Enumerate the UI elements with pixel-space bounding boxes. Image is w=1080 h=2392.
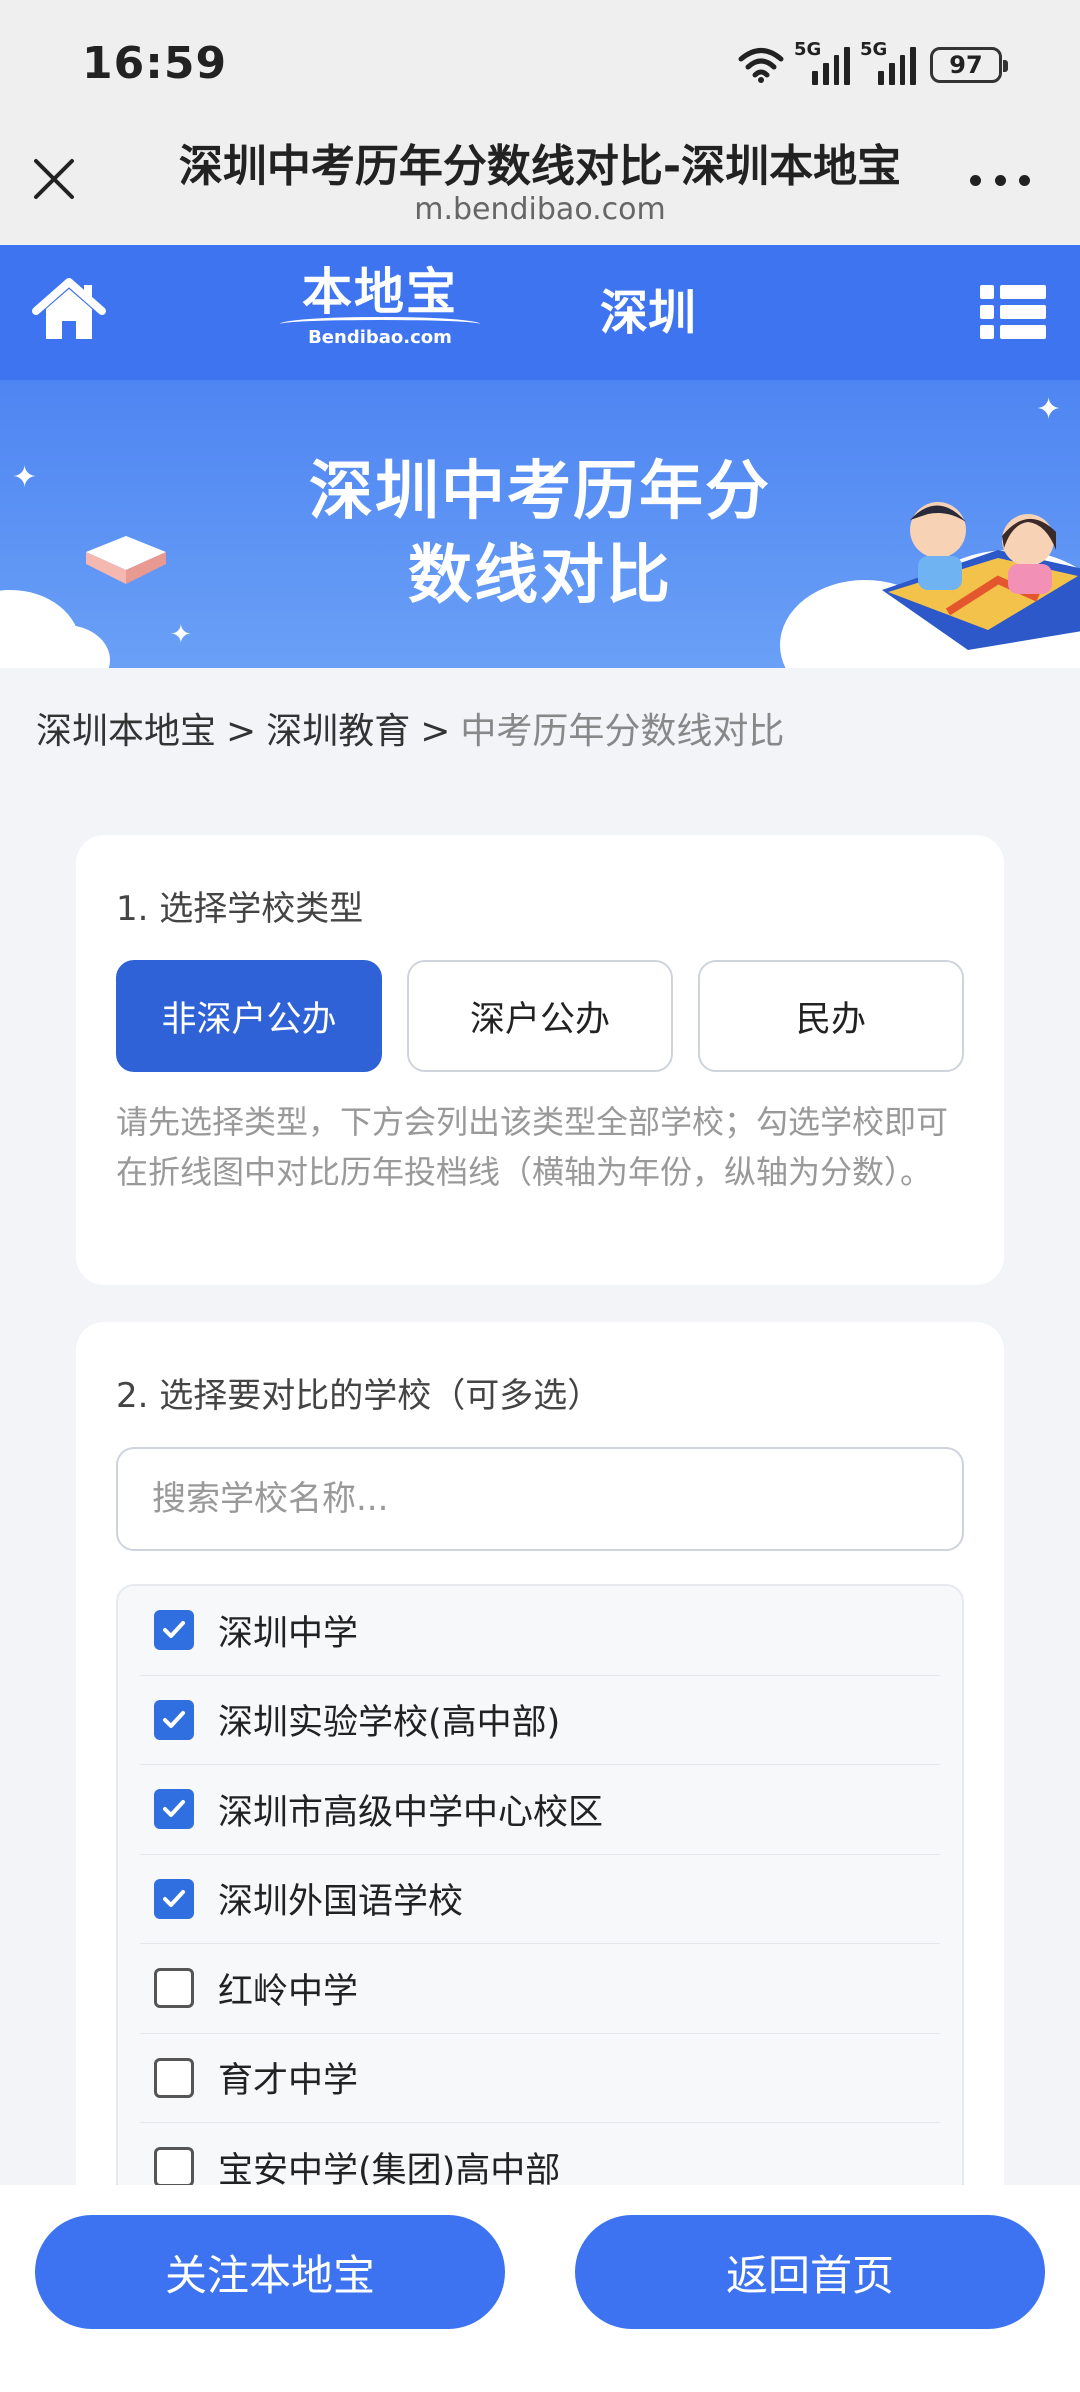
more-options-icon[interactable]: [970, 170, 1030, 190]
network-label: 5G: [794, 39, 822, 60]
logo-subtext: Bendibao.com: [308, 327, 452, 348]
school-type-title: 1. 选择学校类型: [116, 889, 364, 929]
breadcrumb-education-link[interactable]: 深圳教育: [266, 711, 410, 752]
star-decoration: ✦: [170, 620, 192, 650]
status-bar: 16:59 5G 5G 97: [0, 0, 1080, 130]
school-name: 红岭中学: [218, 1971, 359, 2012]
battery-level: 97: [949, 51, 983, 79]
school-name: 深圳市高级中学中心校区: [218, 1792, 604, 1833]
breadcrumb-separator: >: [420, 711, 451, 752]
school-item[interactable]: 深圳中学: [140, 1586, 940, 1676]
menu-icon[interactable]: [980, 285, 1046, 339]
checkbox-checked-icon[interactable]: [154, 1699, 194, 1740]
school-name: 深圳中学: [218, 1613, 359, 1654]
school-item[interactable]: 深圳外国语学校: [140, 1855, 940, 1944]
school-select-title: 2. 选择要对比的学校（可多选）: [116, 1376, 602, 1416]
star-decoration: ✦: [1036, 392, 1062, 427]
school-item[interactable]: 育才中学: [140, 2034, 940, 2123]
checkbox-checked-icon[interactable]: [154, 1789, 194, 1830]
breadcrumb-home-link[interactable]: 深圳本地宝: [36, 711, 216, 752]
page-title: 深圳中考历年分数线对比-深圳本地宝: [178, 141, 902, 192]
bottom-action-bar: 关注本地宝 返回首页: [0, 2185, 1080, 2392]
star-decoration: ✦: [12, 460, 38, 495]
school-list[interactable]: 深圳中学 深圳实验学校(高中部) 深圳市高级中学中心校区 深圳外国语学校 红岭中…: [116, 1584, 964, 2284]
close-icon[interactable]: [30, 155, 78, 203]
breadcrumb-current: 中考历年分数线对比: [460, 711, 785, 752]
status-icons: 5G 5G 97: [738, 39, 1008, 90]
network-label: 5G: [860, 39, 888, 60]
checkbox-unchecked-icon[interactable]: [154, 2147, 194, 2188]
breadcrumb: 深圳本地宝 > 深圳教育 > 中考历年分数线对比: [36, 702, 784, 754]
checkbox-unchecked-icon[interactable]: [154, 2057, 194, 2098]
battery-icon: 97: [930, 47, 1008, 83]
banner-title: 深圳中考历年分 数线对比: [240, 450, 840, 618]
status-time: 16:59: [82, 38, 228, 89]
school-type-card: 1. 选择学校类型 非深户公办 深户公办 民办 请先选择类型，下方会列出该类型全…: [76, 835, 1004, 1285]
school-type-hint: 请先选择类型，下方会列出该类型全部学校；勾选学校即可在折线图中对比历年投档线（横…: [116, 1103, 949, 1191]
school-name: 育才中学: [218, 2061, 359, 2102]
checkbox-checked-icon[interactable]: [154, 1878, 194, 1919]
banner-title-line2: 数线对比: [408, 539, 672, 613]
logo-text: 本地宝: [302, 262, 458, 321]
breadcrumb-separator: >: [226, 711, 257, 752]
kids-illustration: [882, 502, 1080, 650]
checkbox-checked-icon[interactable]: [154, 1610, 194, 1651]
page-url: m.bendibao.com: [414, 192, 666, 227]
type-button-sz-public[interactable]: 深户公办: [407, 960, 673, 1072]
school-item[interactable]: 深圳市高级中学中心校区: [140, 1765, 940, 1855]
school-item[interactable]: 深圳实验学校(高中部): [140, 1676, 940, 1765]
type-button-private[interactable]: 民办: [698, 960, 964, 1072]
school-name: 深圳实验学校(高中部): [218, 1703, 561, 1744]
cellular-signal-icon: 5G: [860, 39, 916, 85]
school-name: 深圳外国语学校: [218, 1882, 464, 1923]
cellular-signal-icon: 5G: [794, 39, 850, 85]
site-logo[interactable]: 本地宝 Bendibao.com: [275, 263, 485, 363]
browser-header: 深圳中考历年分数线对比-深圳本地宝 m.bendibao.com: [0, 120, 1080, 245]
checkbox-unchecked-icon[interactable]: [154, 1968, 194, 2009]
back-home-button[interactable]: 返回首页: [575, 2215, 1045, 2329]
book-illustration: [86, 536, 166, 584]
school-search-input[interactable]: [116, 1447, 964, 1551]
wifi-icon: [738, 48, 784, 83]
city-label[interactable]: 深圳: [600, 273, 696, 343]
school-item[interactable]: 红岭中学: [140, 1944, 940, 2034]
hero-banner: ✦ ✦ ✦ 深圳中考历年分 数线对比: [0, 380, 1080, 668]
school-select-card: 2. 选择要对比的学校（可多选） 深圳中学 深圳实验学校(高中部) 深圳市高级中…: [76, 1322, 1004, 2302]
type-button-non-sz-public[interactable]: 非深户公办: [116, 960, 382, 1072]
banner-title-line1: 深圳中考历年分: [309, 455, 771, 529]
site-nav: 本地宝 Bendibao.com 深圳: [0, 245, 1080, 380]
follow-button[interactable]: 关注本地宝: [35, 2215, 505, 2329]
home-icon[interactable]: [32, 277, 106, 343]
